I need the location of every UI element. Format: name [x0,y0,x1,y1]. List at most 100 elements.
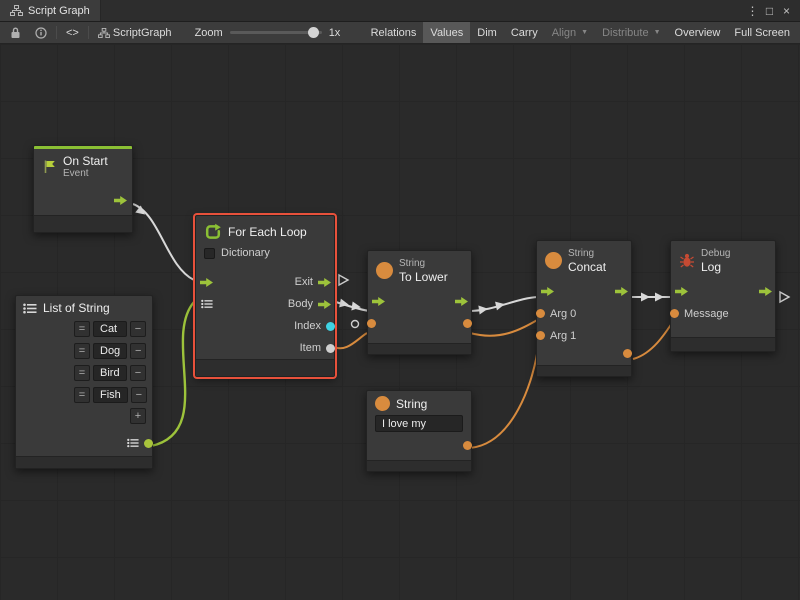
align-dropdown[interactable]: Align▼ [545,22,595,43]
node-string-to-lower[interactable]: String To Lower [367,250,472,355]
chevron-down-icon: ▼ [581,29,588,36]
port-dot [536,309,545,318]
string-input-port[interactable] [373,319,376,328]
flow-arrow-icon [372,297,385,306]
remove-item-button[interactable]: − [130,365,146,381]
zoom-control: Zoom 1x [195,27,341,39]
list-item-field[interactable]: Bird [93,365,127,381]
graph-canvas[interactable]: On Start Event List of String [0,44,800,600]
node-footer [34,215,132,232]
flow-arrow-icon [759,287,772,296]
flow-arrow-icon [114,196,127,205]
drag-handle[interactable]: = [74,365,90,381]
overview-button[interactable]: Overview [668,22,728,43]
code-preview-button[interactable]: <> [59,22,86,43]
arg1-input-port[interactable]: Arg 1 [542,330,576,342]
node-title: String [396,397,427,411]
exit-output-port[interactable]: Exit [295,276,331,288]
flow-output-port[interactable] [759,287,772,296]
port-dot [326,344,335,353]
list-item-field[interactable]: Cat [93,321,127,337]
flow-input-port[interactable] [200,278,213,287]
flow-arrow-icon [318,278,331,287]
arg0-input-port[interactable]: Arg 0 [542,308,576,320]
close-icon[interactable]: × [778,4,795,18]
zoom-slider-thumb[interactable] [308,27,319,38]
flag-icon [42,159,57,174]
port-dot [144,439,153,448]
dim-button[interactable]: Dim [470,22,504,43]
zoom-slider[interactable] [230,31,322,34]
tab-title: Script Graph [28,5,90,17]
node-category: Debug [701,248,730,260]
node-title: Log [701,260,730,274]
list-icon [127,438,139,448]
collection-input-port[interactable] [201,299,213,309]
drag-handle[interactable]: = [74,321,90,337]
graph-breadcrumb[interactable]: ScriptGraph [91,22,179,43]
flow-input-port[interactable] [675,287,688,296]
list-icon [23,303,37,314]
node-string-literal[interactable]: String I love my [366,390,472,472]
string-output-port[interactable] [463,441,466,450]
tab-script-graph[interactable]: Script Graph [0,0,101,21]
node-footer [196,359,334,376]
flow-arrow-icon [455,297,468,306]
values-button[interactable]: Values [423,22,470,43]
lock-icon [10,27,21,39]
info-button[interactable] [28,22,54,43]
list-icon [201,299,213,309]
port-dot [536,331,545,340]
node-title: To Lower [399,270,448,284]
node-title: For Each Loop [228,225,307,239]
port-dot [463,319,472,328]
list-output-port[interactable] [127,438,147,448]
trigger-output-port[interactable] [114,196,127,205]
drag-handle[interactable]: = [74,387,90,403]
result-output-port[interactable] [623,349,626,358]
full-screen-button[interactable]: Full Screen [727,22,797,43]
list-item-row: = Fish − [16,384,152,406]
maximize-icon[interactable]: □ [761,4,778,18]
flow-output-port[interactable] [455,297,468,306]
drag-handle[interactable]: = [74,343,90,359]
info-icon [35,27,47,39]
port-dot [326,322,335,331]
list-item-field[interactable]: Dog [93,343,127,359]
add-item-button[interactable]: + [130,408,146,424]
relations-button[interactable]: Relations [364,22,424,43]
list-item-field[interactable]: Fish [93,387,128,403]
lock-button[interactable] [3,22,28,43]
flow-arrow-icon [615,287,628,296]
string-output-port[interactable] [463,319,466,328]
node-list-of-string[interactable]: List of String = Cat − = Dog − = Bird − … [15,295,153,469]
node-for-each-loop[interactable]: For Each Loop Dictionary Exit [195,215,335,377]
remove-item-button[interactable]: − [131,387,147,403]
node-debug-log[interactable]: Debug Log Message [670,240,776,352]
carry-button[interactable]: Carry [504,22,545,43]
string-value-field[interactable]: I love my [375,415,463,432]
list-item-row: = Bird − [16,362,152,384]
node-category: String [399,258,448,270]
node-title: List of String [43,301,110,315]
string-type-icon [376,262,393,279]
node-subtitle: Event [63,168,108,180]
item-output-port[interactable]: Item [300,342,329,354]
menu-icon[interactable]: ⋮ [744,4,761,18]
body-output-port[interactable]: Body [288,298,331,310]
remove-item-button[interactable]: − [130,321,146,337]
dictionary-label: Dictionary [221,247,270,259]
index-output-port[interactable]: Index [294,320,329,332]
unity-script-graph-window: Script Graph ⋮ □ × <> [0,0,800,600]
zoom-value: 1x [329,27,341,39]
distribute-dropdown[interactable]: Distribute▼ [595,22,667,43]
node-string-concat[interactable]: String Concat Arg 0 [536,240,632,377]
flow-input-port[interactable] [372,297,385,306]
node-on-start[interactable]: On Start Event [33,145,133,233]
message-input-port[interactable]: Message [676,308,729,320]
flow-arrow-icon [675,287,688,296]
flow-output-port[interactable] [615,287,628,296]
remove-item-button[interactable]: − [130,343,146,359]
flow-input-port[interactable] [541,287,554,296]
dictionary-checkbox[interactable] [204,248,215,259]
